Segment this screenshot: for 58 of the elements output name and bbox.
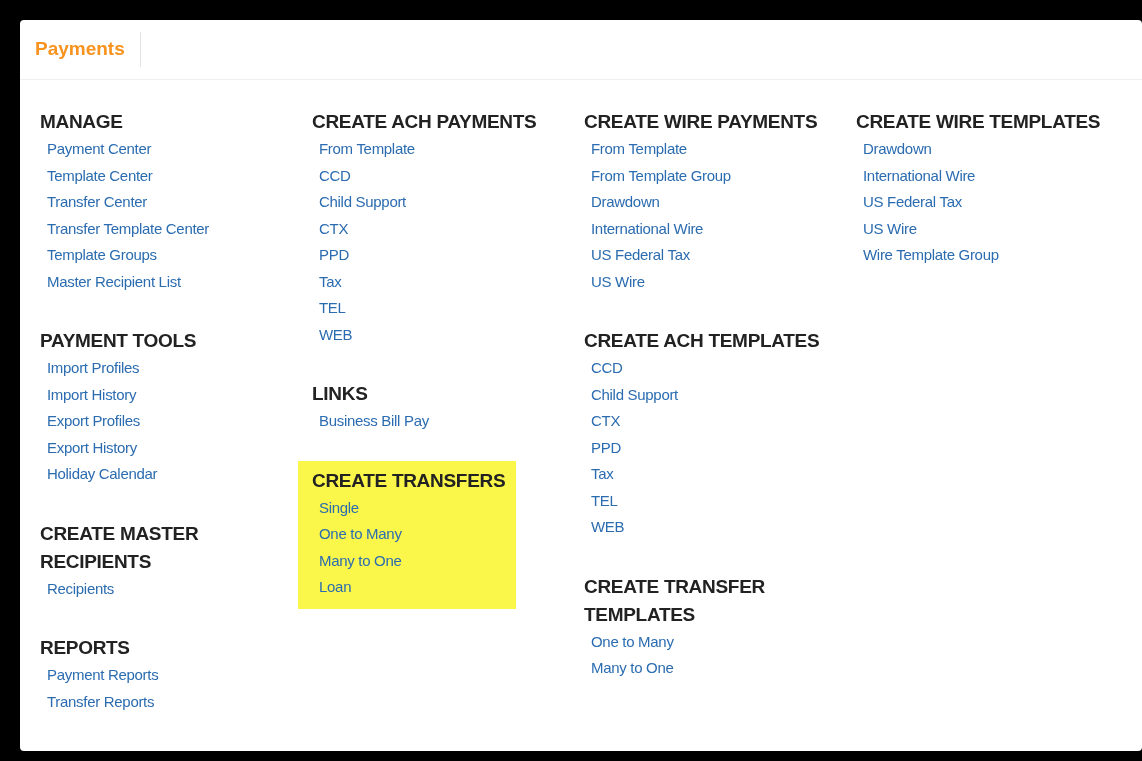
menu-link[interactable]: Many to One [591,655,674,682]
menu-link[interactable]: Import Profiles [47,355,140,382]
menu-link[interactable]: Loan [319,574,352,601]
menu-link[interactable]: One to Many [591,628,674,655]
section-heading: CREATE ACH PAYMENTS [312,110,538,134]
menu-link[interactable]: Business Bill Pay [319,408,429,435]
menu-link[interactable]: PPD [591,434,621,461]
menu-link[interactable]: Export History [47,434,137,461]
menu-link[interactable]: One to Many [319,521,402,548]
menu-link[interactable]: Holiday Calendar [47,461,158,488]
menu-link[interactable]: Template Groups [47,242,157,269]
menu-link[interactable]: Wire Template Group [863,242,999,269]
menu-link[interactable]: Transfer Center [47,189,147,216]
menu-link[interactable]: US Federal Tax [863,189,962,216]
menu-link[interactable]: Drawdown [591,189,660,216]
menu-link[interactable]: Many to One [319,547,402,574]
menu-link[interactable]: Tax [591,461,614,488]
menu-link[interactable]: PPD [319,242,349,269]
menu-link[interactable]: Recipients [47,575,115,602]
menu-link[interactable]: Import History [47,381,137,408]
menu-link[interactable]: From Template [591,136,687,163]
section-heading: LINKS [312,382,369,406]
section-heading: CREATE ACH TEMPLATES [584,329,821,353]
section-heading: REPORTS [40,636,131,660]
menu-link[interactable]: US Federal Tax [591,242,690,269]
menu-link[interactable]: International Wire [591,215,704,242]
menu-link[interactable]: Drawdown [863,136,932,163]
section-heading: PAYMENT TOOLS [40,329,198,353]
menu-link[interactable]: CTX [319,215,349,242]
section-heading: CREATE WIRE PAYMENTS [584,110,819,134]
section-heading: MANAGE [40,110,124,134]
menu-link[interactable]: From Template Group [591,162,731,189]
section-heading: CREATE MASTER RECIPIENTS [40,521,200,574]
menu-link[interactable]: TEL [319,295,346,322]
section-heading: CREATE TRANSFERS [312,468,507,493]
menu-link[interactable]: Tax [319,268,342,295]
menu-link[interactable]: Child Support [319,189,406,216]
menu-link[interactable]: WEB [319,321,353,348]
menu-link[interactable]: Export Profiles [47,408,141,435]
section-heading: CREATE WIRE TEMPLATES [856,110,1102,134]
menu-link[interactable]: Payment Reports [47,662,159,689]
menu-link[interactable]: Template Center [47,162,153,189]
menu-link[interactable]: TEL [591,487,618,514]
section-heading: CREATE TRANSFER TEMPLATES [584,574,766,627]
menu-link[interactable]: Child Support [591,381,678,408]
menu-link[interactable]: CCD [319,162,351,189]
menu-link[interactable]: US Wire [863,215,917,242]
menu-link[interactable]: Transfer Template Center [47,215,210,242]
menu-link[interactable]: Transfer Reports [47,688,155,715]
menu-link[interactable]: US Wire [591,268,645,295]
menu-link[interactable]: WEB [591,514,625,541]
menu-link[interactable]: Single [319,494,359,521]
menu-link[interactable]: International Wire [863,162,976,189]
menu-link[interactable]: CCD [591,355,623,382]
menu-link[interactable]: Master Recipient List [47,268,181,295]
menu-link[interactable]: CTX [591,408,621,435]
menu-link[interactable]: Payment Center [47,136,152,163]
menu-link[interactable]: From Template [319,136,415,163]
